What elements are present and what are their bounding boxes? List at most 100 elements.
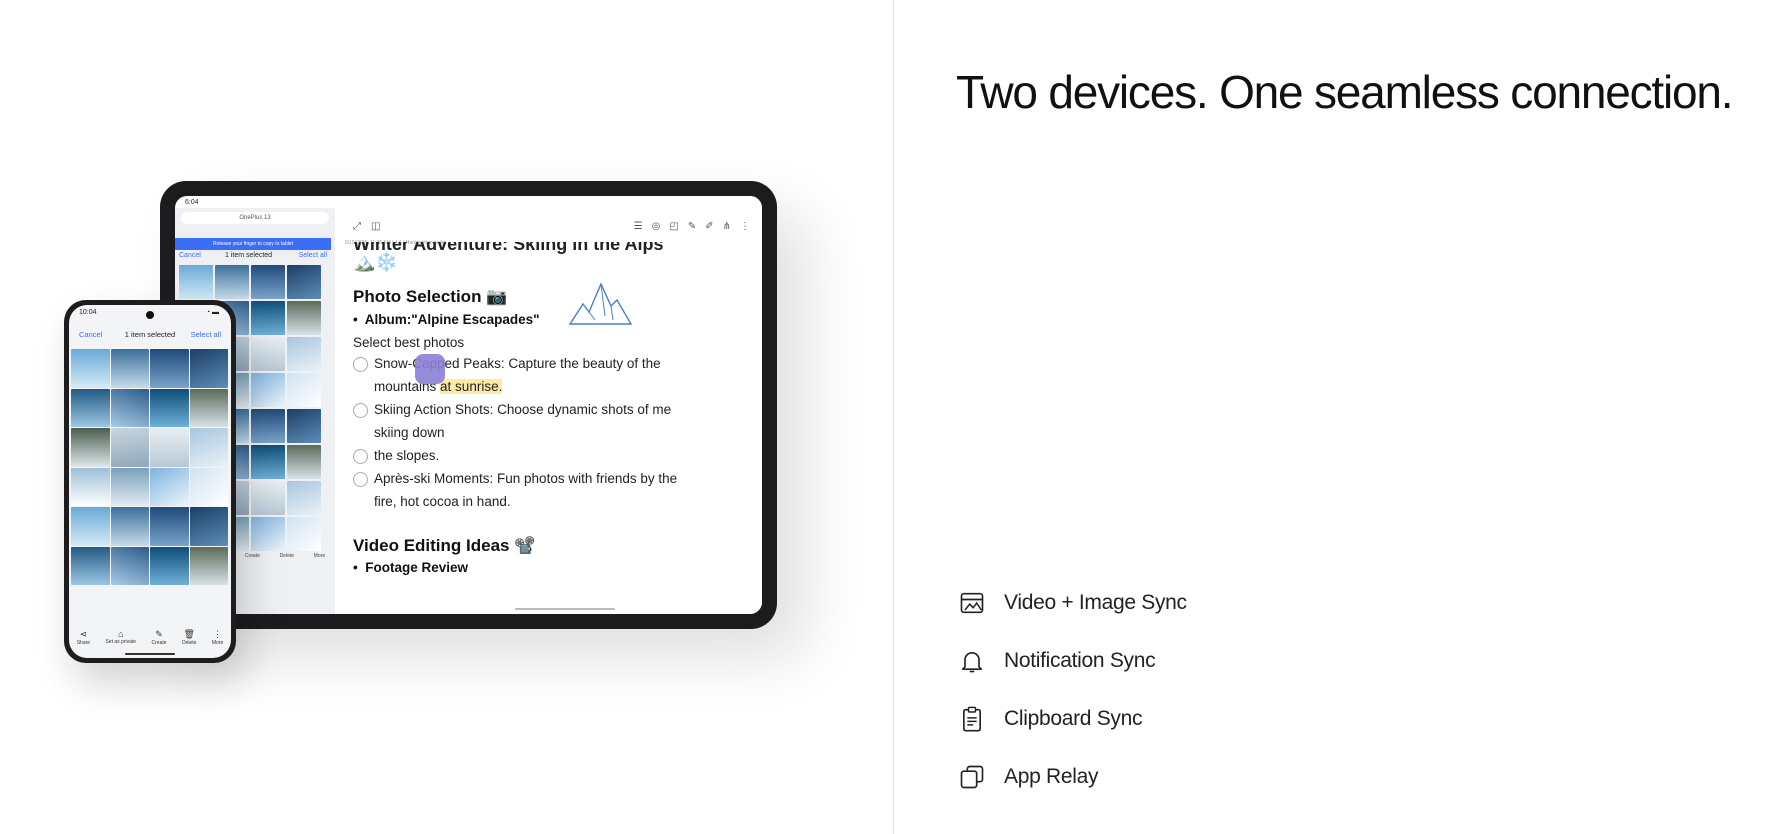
mirror-action-more[interactable]: More [314,553,325,559]
lock-icon: ⌂ [118,629,124,639]
photo-thumbnail[interactable] [251,445,285,479]
photo-thumbnail[interactable] [189,428,228,467]
album-bullet: • Album:"Alpine Escapades" [353,312,540,327]
phone-photo-grid [71,349,228,585]
photo-thumbnail[interactable] [287,373,321,407]
photo-thumbnail[interactable] [287,301,321,335]
mirror-cancel-button[interactable]: Cancel [179,252,201,259]
photo-thumbnail[interactable] [251,337,285,371]
photo-thumbnail[interactable] [71,428,110,467]
photo-thumbnail[interactable] [71,546,110,585]
checkbox[interactable] [353,448,368,464]
mirror-action-create[interactable]: Create [245,553,260,559]
photo-thumbnail[interactable] [150,349,189,388]
photo-thumbnail[interactable] [189,546,228,585]
check-icon[interactable]: ◎ [652,221,661,232]
photo-thumbnail[interactable] [110,546,149,585]
checklist-icon[interactable]: ☰ [634,221,643,232]
bell-icon [961,652,983,673]
photo-thumbnail[interactable] [287,517,321,551]
feature-label: Video + Image Sync [1004,591,1187,614]
checklist-item-3: the slopes. [353,448,439,464]
photo-thumbnail[interactable] [110,428,149,467]
pen-icon[interactable]: ✎ [688,221,696,232]
features-panel: Two devices. One seamless connection. Vi… [894,0,1768,834]
mirror-drag-banner: Release your finger to copy to tablet [175,238,331,250]
photo-thumbnail[interactable] [189,507,228,546]
feature-video-image-sync: Video + Image Sync [958,574,1187,632]
photo-thumbnail[interactable] [251,517,285,551]
photo-thumbnail[interactable] [150,546,189,585]
checklist-item-4-cont: fire, hot cocoa in hand. [374,494,511,509]
headline: Two devices. One seamless connection. [956,65,1734,118]
phone-action-share[interactable]: ⋖ Share [77,629,90,646]
feature-app-relay: App Relay [958,748,1187,806]
photo-thumbnail[interactable] [150,388,189,427]
tablet-device: 6:04 ▮ ◔ ▬ OnePlus 13 Release your finge… [160,181,777,629]
photo-thumbnail[interactable] [251,301,285,335]
photo-thumbnail[interactable] [150,428,189,467]
home-indicator [125,653,175,655]
select-best-line: Select best photos [353,335,465,350]
photo-thumbnail[interactable] [189,349,228,388]
checklist-item-2: Skiing Action Shots: Choose dynamic shot… [353,402,671,418]
photo-thumbnail[interactable] [179,265,213,299]
phone-action-create[interactable]: ✎ Create [152,629,167,646]
photo-thumbnail[interactable] [71,388,110,427]
more-icon[interactable]: ⋮ [740,221,750,232]
note-title: Winter Adventure: Skiing in the Alps [353,234,664,254]
app-relay-icon [960,765,984,789]
notes-left-toolbar: ⤢ ◫ [353,221,380,232]
notes-app: ⤢ ◫ ☰ ◎ ◰ ✎ ✐ ⋔ ⋮ 5/15/2025, 11:25 AM | … [335,196,762,614]
brush-icon[interactable]: ✐ [705,221,713,232]
phone-status-icons: ◔ ▬ [205,309,219,316]
photo-thumbnail[interactable] [71,507,110,546]
checkbox[interactable] [353,356,368,372]
photo-thumbnail[interactable] [287,481,321,515]
split-view-icon[interactable]: ◫ [371,221,380,232]
photo-thumbnail[interactable] [251,409,285,443]
photo-thumbnail[interactable] [110,388,149,427]
share-icon[interactable]: ⋔ [723,221,731,232]
scrollbar[interactable] [515,608,615,610]
photo-thumbnail[interactable] [150,467,189,506]
phone-action-set-as[interactable]: ⌂ Set as private [106,629,137,646]
phone-select-all-button[interactable]: Select all [191,330,221,339]
phone-action-more[interactable]: ⋮ More [212,629,223,646]
photo-thumbnail[interactable] [110,467,149,506]
note-title-emoji: 🏔️❄️ [353,252,398,272]
checkbox[interactable] [353,402,368,418]
mirror-select-all-button[interactable]: Select all [299,252,327,259]
photo-thumbnail[interactable] [251,373,285,407]
photo-thumbnail[interactable] [110,507,149,546]
photo-thumbnail[interactable] [71,467,110,506]
phone-screen: 10:04 ◔ ▬ 1 item selected Cancel Select … [69,305,231,658]
phone-cancel-button[interactable]: Cancel [79,330,102,339]
photo-thumbnail[interactable] [287,445,321,479]
photo-thumbnail[interactable] [189,467,228,506]
photo-thumbnail[interactable] [251,265,285,299]
mirror-action-delete[interactable]: Delete [280,553,294,559]
photo-thumbnail[interactable] [71,349,110,388]
mirror-window-title[interactable]: OnePlus 13 [181,212,329,224]
phone-selection-header: 1 item selected Cancel Select all [69,330,231,344]
trash-icon: 🗑 [183,629,195,639]
more-icon: ⋮ [213,629,223,639]
drag-image-chip[interactable] [415,354,445,384]
checklist-item-1: Snow-Capped Peaks: Capture the beauty of… [353,356,661,372]
photo-thumbnail[interactable] [287,265,321,299]
photo-thumbnail[interactable] [251,481,285,515]
expand-icon[interactable]: ⤢ [353,221,361,232]
photo-thumbnail[interactable] [287,337,321,371]
camera-icon[interactable]: ◰ [669,221,678,232]
photo-thumbnail[interactable] [287,409,321,443]
photo-thumbnail[interactable] [189,388,228,427]
feature-label: Clipboard Sync [1004,707,1143,730]
feature-clipboard-sync: Clipboard Sync [958,690,1187,748]
photo-thumbnail[interactable] [150,507,189,546]
checkbox[interactable] [353,471,368,487]
phone-action-delete[interactable]: 🗑 Delete [182,629,196,646]
photo-thumbnail[interactable] [110,349,149,388]
share-icon: ⋖ [79,629,88,639]
photo-thumbnail[interactable] [215,265,249,299]
